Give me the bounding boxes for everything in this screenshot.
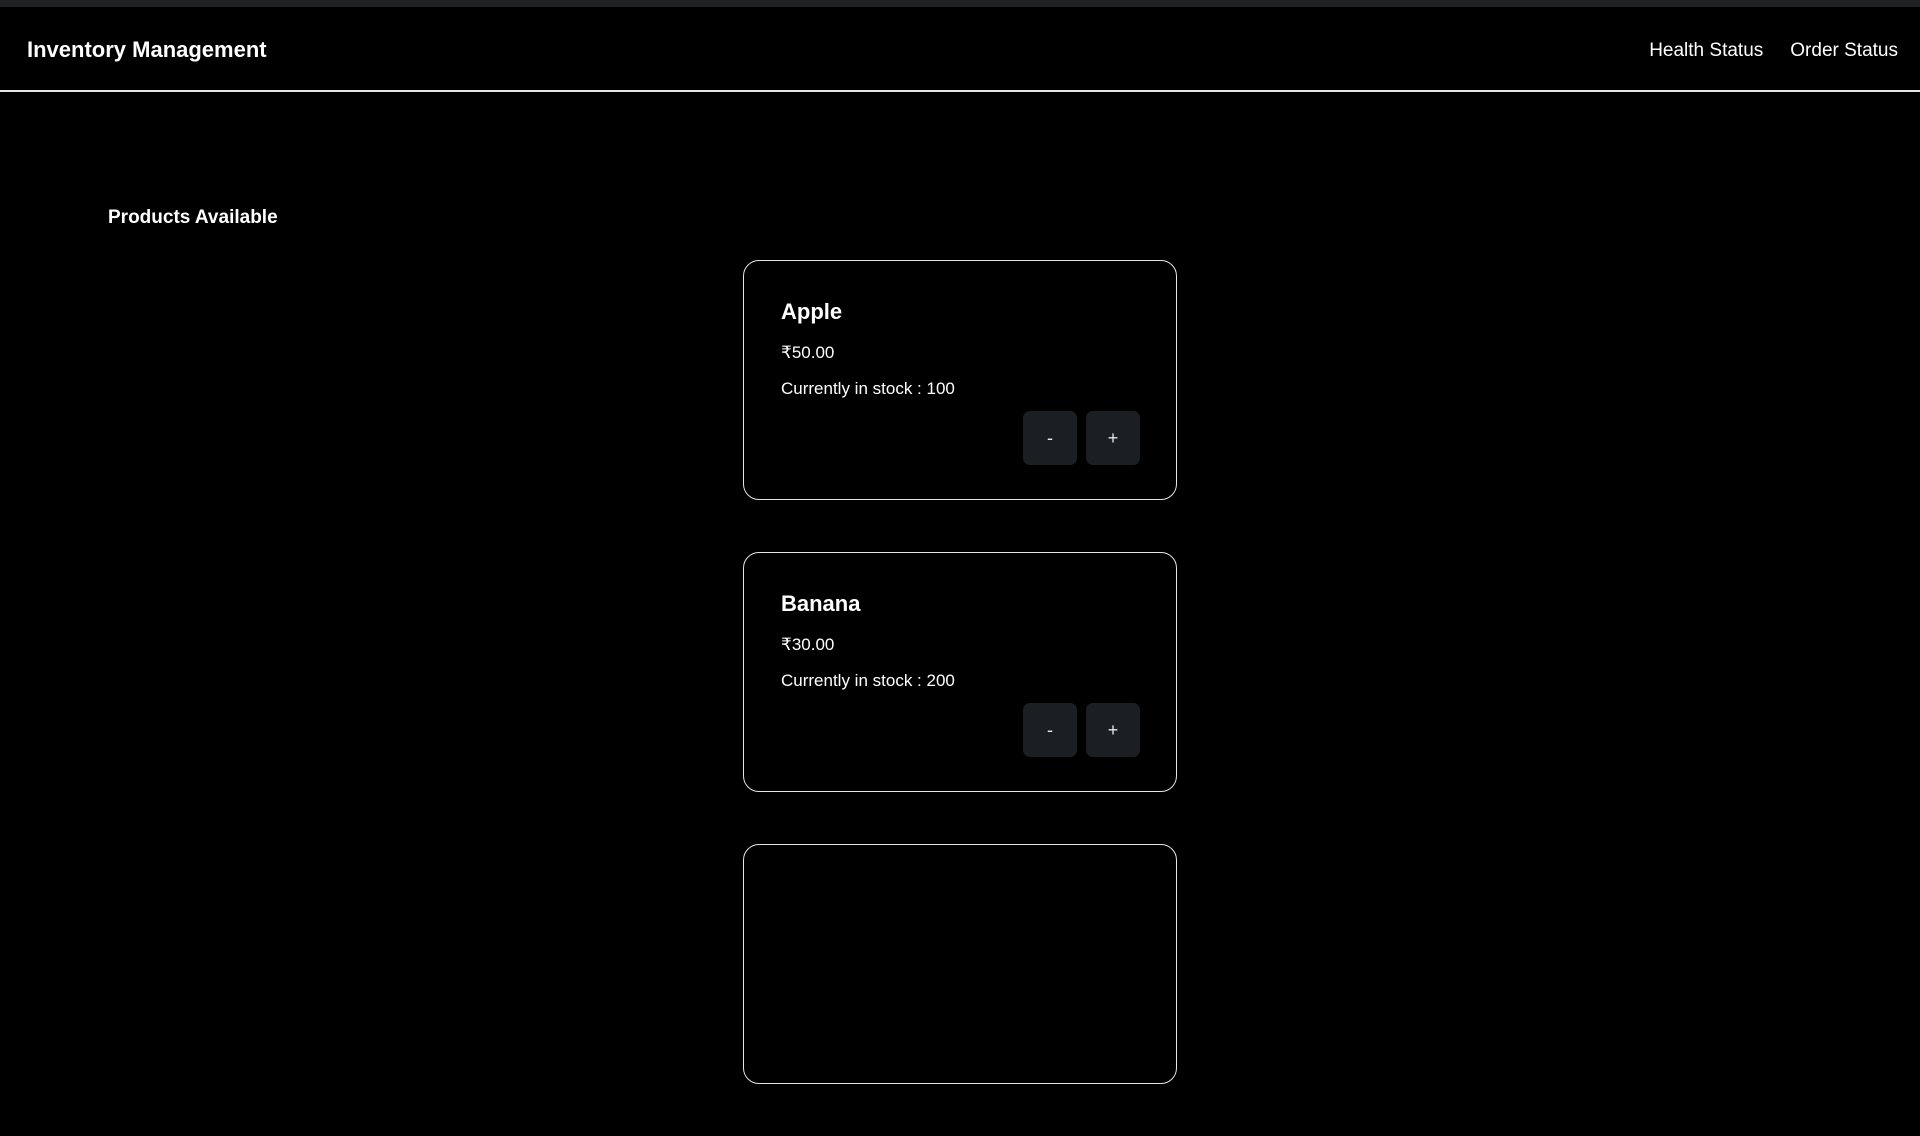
product-name: Apple — [781, 299, 843, 324]
product-price: ₹50.00 — [781, 343, 835, 362]
decrement-button[interactable]: - — [1023, 411, 1077, 465]
quantity-controls: - + — [1023, 703, 1140, 757]
section-title: Products Available — [108, 207, 278, 228]
nav-links: Health Status Order Status — [1649, 40, 1898, 62]
product-card: Apple ₹50.00 Currently in stock : 100 - … — [743, 260, 1177, 500]
product-name: Banana — [781, 591, 861, 616]
brand-title[interactable]: Inventory Management — [27, 37, 267, 63]
decrement-button[interactable]: - — [1023, 703, 1077, 757]
product-card: Banana ₹30.00 Currently in stock : 200 -… — [743, 552, 1177, 792]
navbar: Inventory Management Health Status Order… — [0, 7, 1920, 92]
product-price: ₹30.00 — [781, 635, 835, 654]
quantity-controls: - + — [1023, 411, 1140, 465]
product-list: Apple ₹50.00 Currently in stock : 100 - … — [743, 260, 1177, 1136]
nav-link-health-status[interactable]: Health Status — [1649, 40, 1763, 62]
product-stock: Currently in stock : 100 — [781, 379, 955, 398]
nav-link-order-status[interactable]: Order Status — [1790, 40, 1898, 62]
product-stock: Currently in stock : 200 — [781, 671, 955, 690]
browser-top-strip — [0, 0, 1920, 7]
product-card-partial — [743, 844, 1177, 1084]
increment-button[interactable]: + — [1086, 411, 1140, 465]
increment-button[interactable]: + — [1086, 703, 1140, 757]
